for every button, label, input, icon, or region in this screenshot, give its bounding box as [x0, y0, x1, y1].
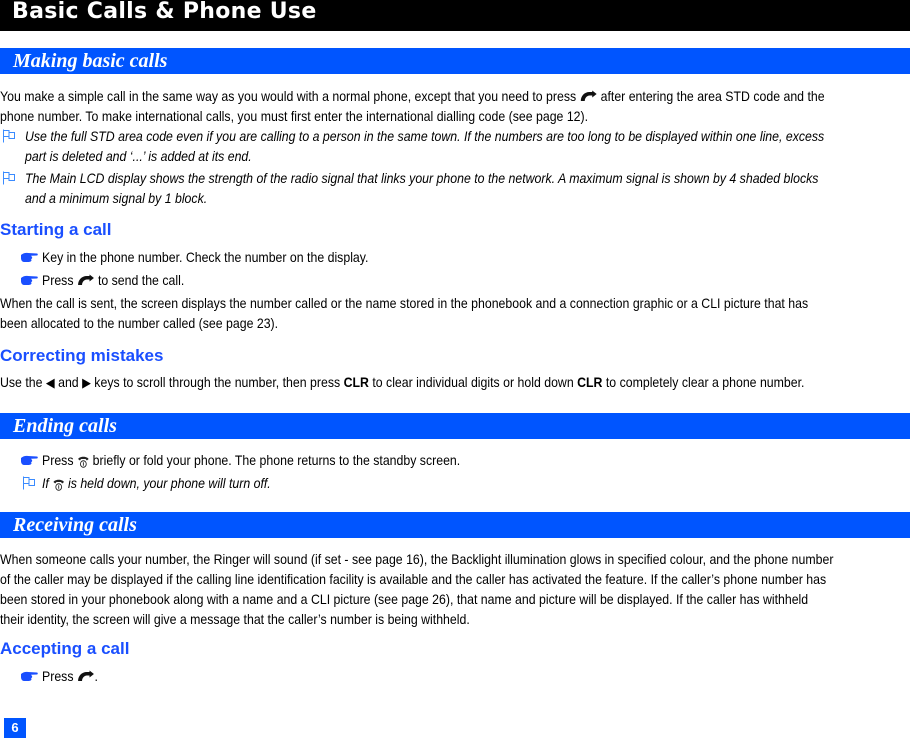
paragraph-line: been stored in your phonebook along with…: [0, 591, 809, 607]
paragraph-text: to clear individual digits or hold down: [372, 374, 574, 390]
section-title: Receiving calls: [13, 514, 137, 536]
subheading-starting-a-call: Starting a call: [0, 220, 112, 239]
phone-send-icon: [77, 274, 95, 286]
paragraph-line: of the caller may be displayed if the ca…: [0, 571, 827, 587]
intro-text: You make a simple call in the same way a…: [0, 88, 577, 104]
phone-end-icon: [52, 477, 64, 491]
clr-key-label: CLR: [343, 374, 369, 390]
bullet-text: briefly or fold your phone. The phone re…: [92, 452, 461, 468]
paragraph-line: When someone calls your number, the Ring…: [0, 551, 834, 567]
chapter-header-bar: Basic Calls & Phone Use: [0, 0, 910, 31]
note-flag-icon: [2, 129, 16, 143]
section-title: Ending calls: [13, 415, 117, 437]
paragraph-line: their identity, the screen will give a m…: [0, 611, 470, 627]
pointing-hand-icon: [20, 454, 38, 466]
section-bar-receiving-calls: Receiving calls: [0, 512, 910, 538]
note-text: The Main LCD display shows the strength …: [25, 170, 819, 186]
section-bar-making-basic-calls: Making basic calls: [0, 48, 910, 74]
paragraph-text: and: [58, 374, 79, 390]
receiving-paragraph: When someone calls your number, the Ring…: [0, 549, 910, 629]
note-flag-icon: [22, 476, 36, 490]
pointing-hand-icon: [20, 251, 38, 263]
pointing-hand-icon: [20, 670, 38, 682]
right-arrow-key-icon: ▶: [82, 375, 91, 390]
phone-send-icon: [77, 670, 95, 682]
call-sent-paragraph: When the call is sent, the screen displa…: [0, 293, 910, 333]
paragraph-line: When the call is sent, the screen displa…: [0, 295, 809, 311]
note-text: and a minimum signal by 1 block.: [25, 190, 208, 206]
paragraph-line: been allocated to the number called (see…: [0, 315, 279, 331]
note-text: part is deleted and ‘...’ is added at it…: [25, 148, 252, 164]
subheading-accepting-a-call: Accepting a call: [0, 639, 130, 658]
bullet-text: to send the call.: [97, 272, 185, 288]
clr-key-label: CLR: [577, 374, 603, 390]
phone-send-icon: [580, 90, 598, 102]
pointing-hand-icon: [20, 274, 38, 286]
section-bar-ending-calls: Ending calls: [0, 413, 910, 439]
paragraph-text: Use the: [0, 374, 43, 390]
note-flag-icon: [2, 171, 16, 185]
intro-text: after entering the area STD code and the: [600, 88, 825, 104]
intro-paragraph: You make a simple call in the same way a…: [0, 86, 910, 126]
chapter-title: Basic Calls & Phone Use: [12, 0, 317, 24]
paragraph-text: keys to scroll through the number, then …: [94, 374, 341, 390]
correcting-paragraph: Use the ◀ and ▶ keys to scroll through t…: [0, 372, 910, 393]
bullet-text: Press: [42, 452, 74, 468]
section-title: Making basic calls: [13, 50, 168, 72]
phone-end-icon: [77, 454, 89, 468]
bullet-text: Key in the phone number. Check the numbe…: [42, 249, 369, 265]
note-text: If: [42, 475, 49, 491]
bullet-text: Press: [42, 272, 74, 288]
bullet-text: .: [94, 668, 98, 684]
note-text: Use the full STD area code even if you a…: [25, 128, 825, 144]
note-text: is held down, your phone will turn off.: [68, 475, 271, 491]
left-arrow-key-icon: ◀: [45, 375, 55, 390]
subheading-correcting-mistakes: Correcting mistakes: [0, 346, 164, 365]
page-number: 6: [4, 718, 26, 738]
intro-text: phone number. To make international call…: [0, 108, 589, 124]
paragraph-text: to completely clear a phone number.: [605, 374, 805, 390]
bullet-text: Press: [42, 668, 74, 684]
